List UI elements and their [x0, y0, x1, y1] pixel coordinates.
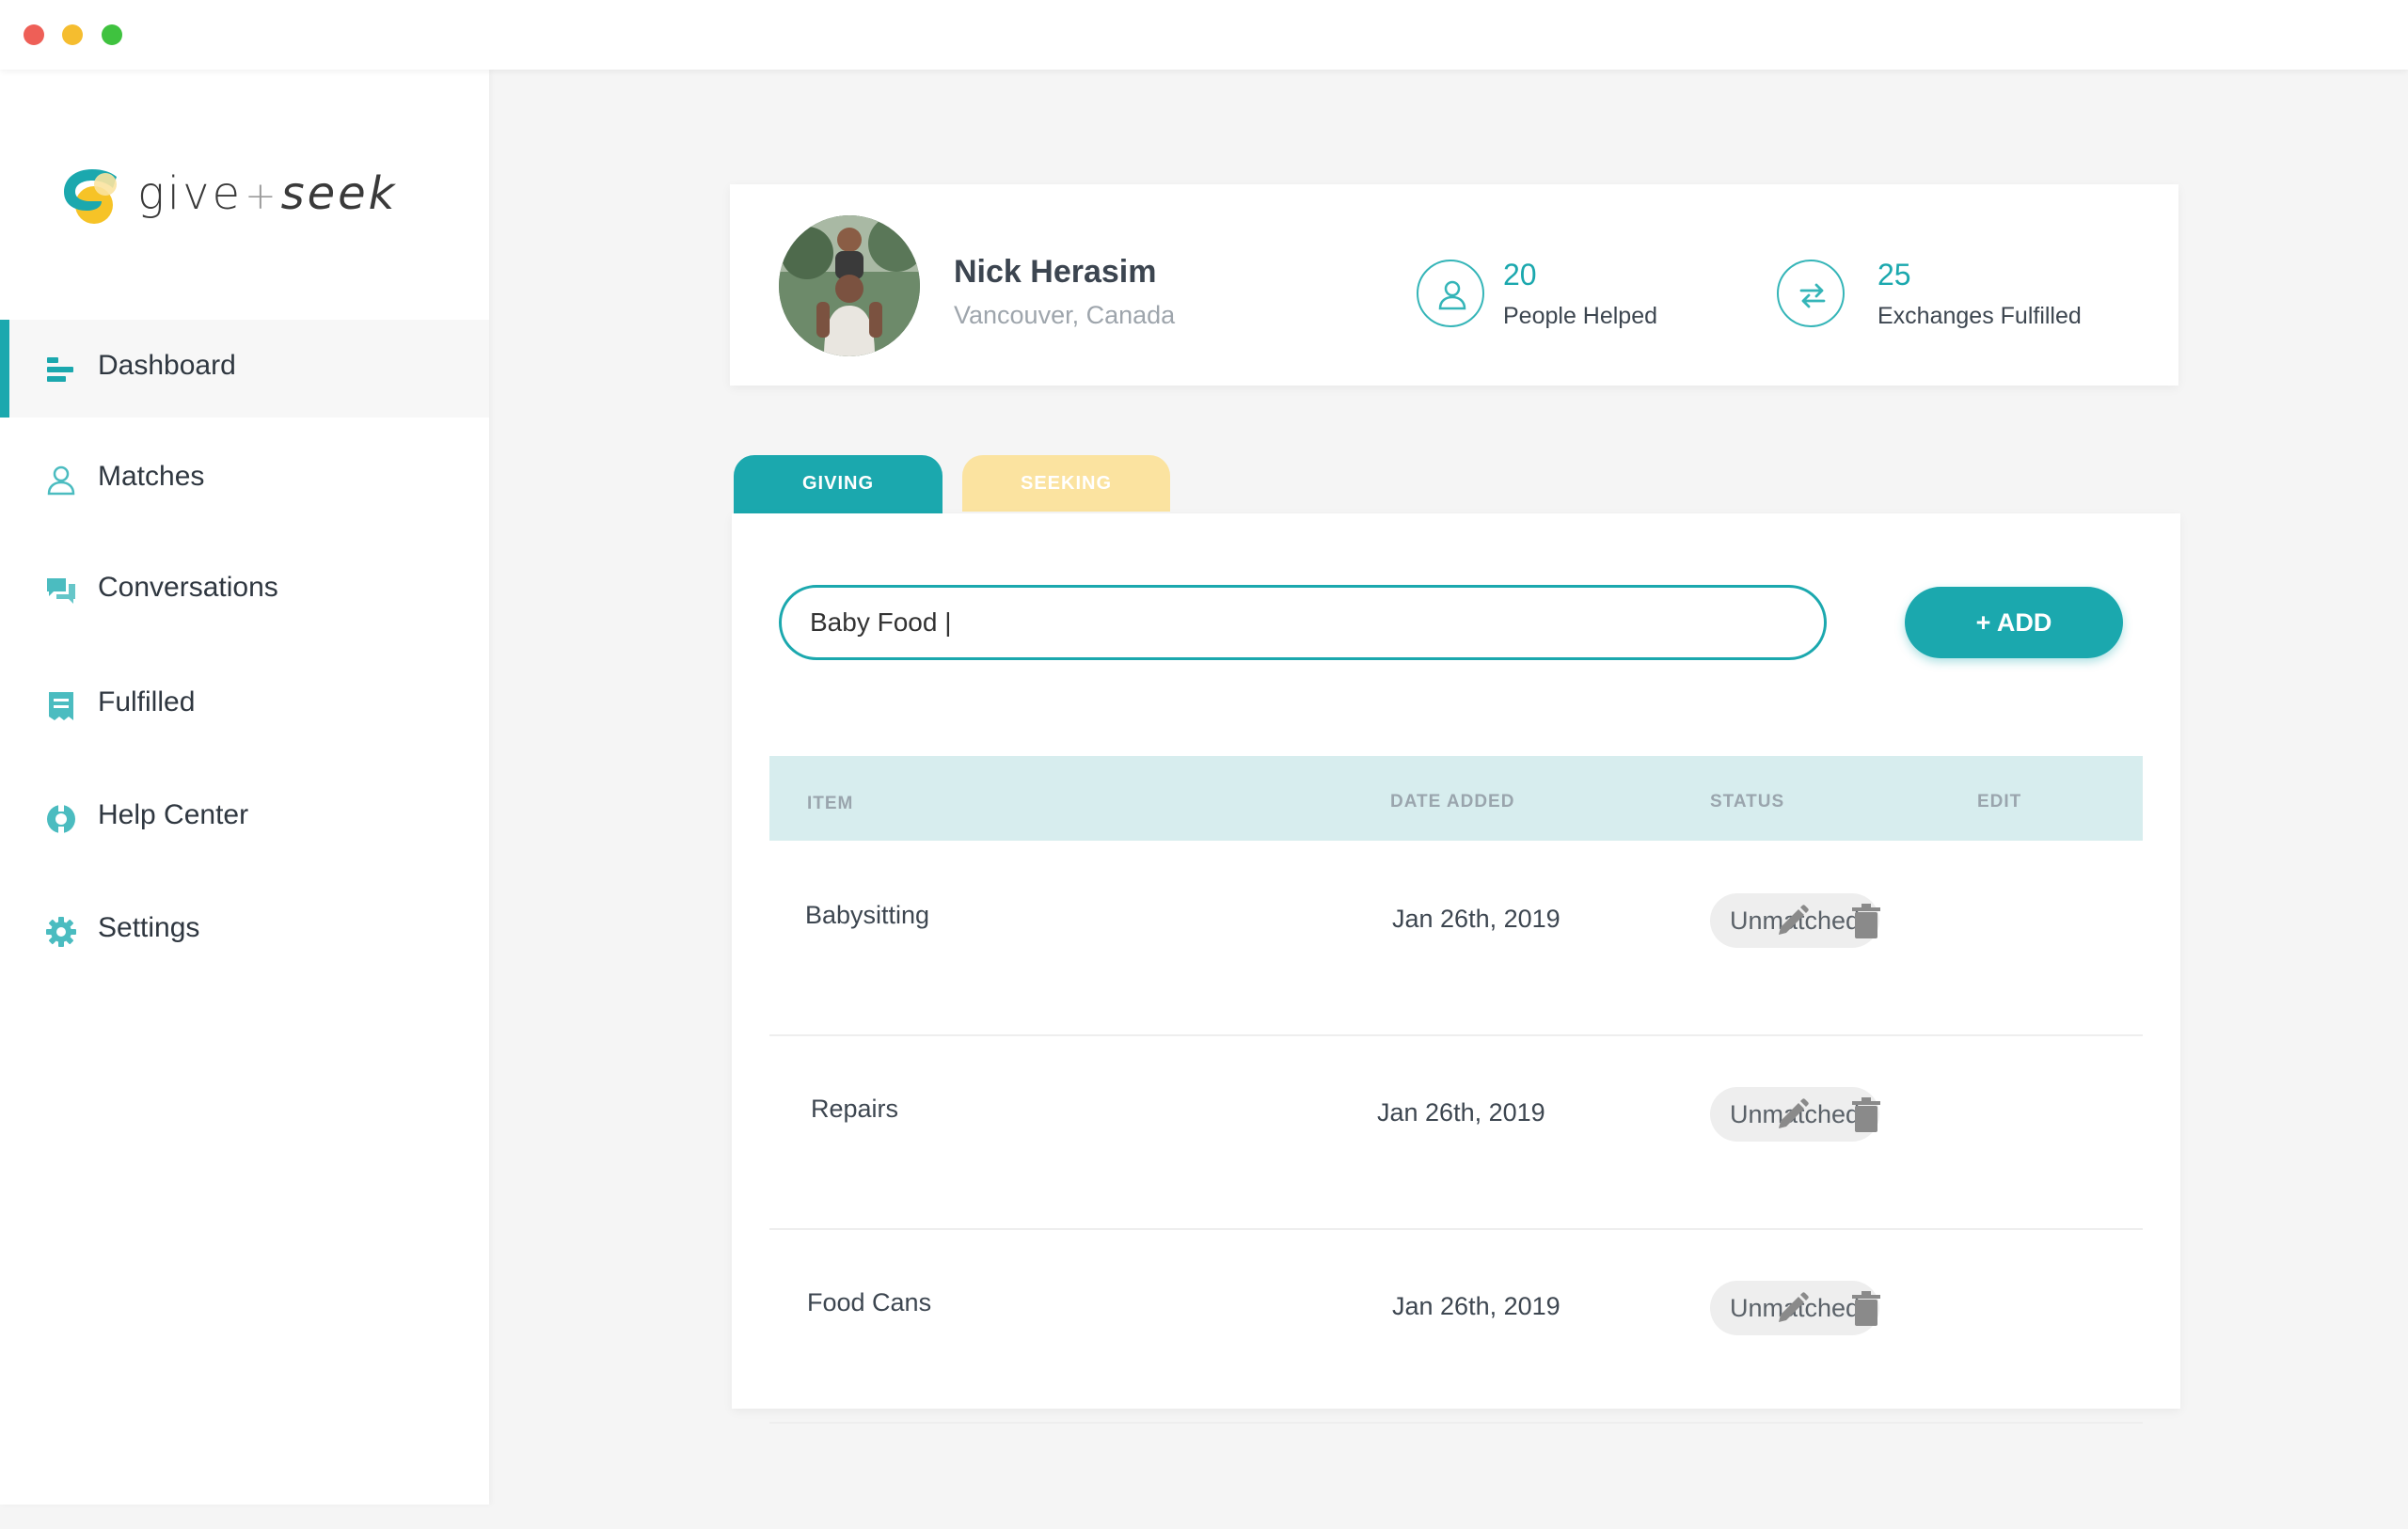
tab-giving[interactable]: GIVING: [734, 455, 943, 513]
sidebar-item-label: Conversations: [98, 572, 278, 603]
logo-word-seek: seek: [280, 167, 398, 220]
sidebar-item-label: Dashboard: [98, 350, 236, 381]
exchange-icon-glyph: [1799, 283, 1826, 308]
item-input[interactable]: [779, 585, 1827, 660]
people-helped-count: 20: [1503, 258, 1537, 292]
table-header: ITEM DATE ADDED STATUS EDIT: [769, 756, 2143, 841]
sidebar-item-help-center[interactable]: Help Center: [0, 769, 489, 867]
logo-mark-icon: [64, 169, 117, 224]
window-titlebar: [0, 0, 2408, 70]
column-header-date: DATE ADDED: [1390, 792, 1515, 812]
table-row: Repairs Jan 26th, 2019 Unmatched: [769, 1034, 2143, 1230]
row-date-added: Jan 26th, 2019: [1392, 905, 1560, 933]
dashboard-icon: [47, 357, 73, 382]
avatar-photo: [779, 215, 920, 356]
sidebar-item-label: Matches: [98, 461, 205, 492]
profile-location: Vancouver, Canada: [954, 301, 1176, 329]
column-header-item: ITEM: [807, 794, 854, 813]
row-item-name: Babysitting: [805, 901, 930, 929]
giving-panel: + ADD ITEM DATE ADDED STATUS EDIT Babysi…: [732, 513, 2180, 1424]
maximize-window-button[interactable]: [102, 24, 122, 45]
exchange-icon: [1777, 260, 1845, 327]
sidebar-item-fulfilled[interactable]: Fulfilled: [0, 656, 489, 754]
sidebar-item-label: Settings: [98, 912, 200, 943]
pencil-icon[interactable]: [1773, 1290, 1811, 1328]
row-date-added: Jan 26th, 2019: [1392, 1292, 1560, 1320]
lifebuoy-icon: [47, 805, 75, 833]
avatar[interactable]: [779, 215, 920, 356]
person-icon: [1417, 260, 1484, 327]
logo-word-give: give: [137, 167, 244, 220]
column-header-edit: EDIT: [1977, 792, 2022, 812]
logo-wordmark: give+seek: [137, 167, 397, 220]
sidebar-item-conversations[interactable]: Conversations: [0, 542, 489, 639]
row-item-name: Repairs: [811, 1095, 899, 1123]
table-row: Babysitting Jan 26th, 2019 Unmatched: [769, 841, 2143, 1036]
row-date-added: Jan 26th, 2019: [1377, 1098, 1545, 1127]
sidebar: give+seek Dashboard Matches Conversation…: [0, 70, 489, 1505]
sidebar-item-matches[interactable]: Matches: [0, 431, 489, 528]
sidebar-item-dashboard[interactable]: Dashboard: [0, 320, 489, 418]
profile-card: Nick Herasim Vancouver, Canada 20 People…: [730, 184, 2178, 386]
logo-plus: +: [245, 175, 279, 218]
receipt-icon: [49, 692, 73, 720]
row-item-name: Food Cans: [807, 1288, 932, 1316]
trash-icon[interactable]: [1847, 903, 1885, 940]
table-row: Food Cans Jan 26th, 2019 Unmatched: [769, 1228, 2143, 1424]
tab-seeking[interactable]: SEEKING: [962, 455, 1170, 512]
add-button[interactable]: + ADD: [1905, 587, 2123, 658]
people-helped-label: People Helped: [1503, 303, 1658, 329]
chat-icon: [47, 578, 75, 604]
pencil-icon[interactable]: [1773, 903, 1811, 940]
sidebar-item-label: Fulfilled: [98, 686, 196, 717]
exchanges-fulfilled-label: Exchanges Fulfilled: [1877, 303, 2082, 329]
person-icon-glyph: [1438, 280, 1466, 310]
pencil-icon[interactable]: [1773, 1096, 1811, 1134]
minimize-window-button[interactable]: [62, 24, 83, 45]
sidebar-item-settings[interactable]: Settings: [0, 882, 489, 980]
sidebar-item-label: Help Center: [98, 799, 249, 830]
user-icon: [47, 465, 75, 496]
profile-name: Nick Herasim: [954, 254, 1157, 290]
exchanges-fulfilled-count: 25: [1877, 258, 1911, 292]
gear-icon: [46, 917, 76, 947]
close-window-button[interactable]: [24, 24, 44, 45]
trash-icon[interactable]: [1847, 1096, 1885, 1134]
column-header-status: STATUS: [1710, 792, 1785, 812]
trash-icon[interactable]: [1847, 1290, 1885, 1328]
